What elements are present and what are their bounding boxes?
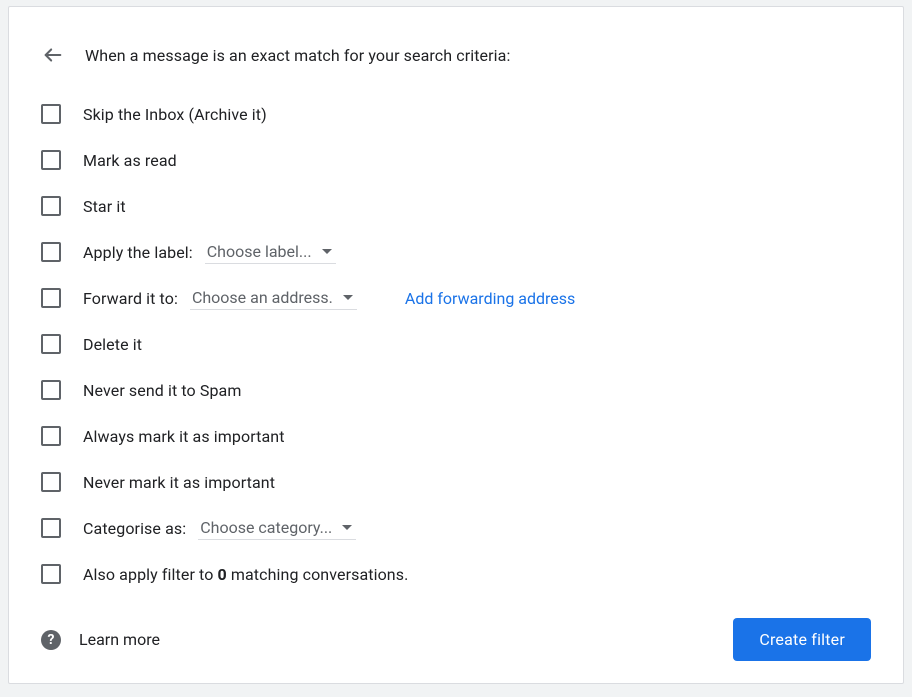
checkbox-mark-read[interactable] — [41, 150, 61, 170]
label-never-spam: Never send it to Spam — [83, 381, 241, 400]
checkbox-also-apply[interactable] — [41, 564, 61, 584]
dropdown-choose-label[interactable]: Choose label... — [205, 240, 336, 264]
also-apply-suffix: matching conversations. — [227, 565, 409, 584]
forward-group: Forward it to: Choose an address. Add fo… — [83, 286, 575, 310]
checkbox-never-spam[interactable] — [41, 380, 61, 400]
label-never-important: Never mark it as important — [83, 473, 275, 492]
label-delete-it: Delete it — [83, 335, 142, 354]
option-never-important: Never mark it as important — [41, 459, 883, 505]
checkbox-delete-it[interactable] — [41, 334, 61, 354]
caret-down-icon — [343, 295, 353, 300]
option-categorise: Categorise as: Choose category... — [41, 505, 883, 551]
checkbox-always-important[interactable] — [41, 426, 61, 446]
option-never-spam: Never send it to Spam — [41, 367, 883, 413]
caret-down-icon — [322, 249, 332, 254]
add-forwarding-address-link[interactable]: Add forwarding address — [405, 289, 575, 308]
caret-down-icon — [342, 525, 352, 530]
option-always-important: Always mark it as important — [41, 413, 883, 459]
learn-more-link[interactable]: Learn more — [79, 630, 160, 649]
label-star-it: Star it — [83, 197, 126, 216]
filter-actions-panel: When a message is an exact match for you… — [8, 6, 904, 684]
label-always-important: Always mark it as important — [83, 427, 285, 446]
header-row: When a message is an exact match for you… — [9, 7, 903, 85]
dropdown-choose-label-text: Choose label... — [207, 242, 312, 261]
header-title: When a message is an exact match for you… — [85, 46, 510, 65]
back-arrow-button[interactable] — [41, 43, 65, 67]
apply-label-group: Apply the label: Choose label... — [83, 240, 336, 264]
arrow-left-icon — [42, 44, 64, 66]
dropdown-choose-address[interactable]: Choose an address. — [190, 286, 357, 310]
option-mark-read: Mark as read — [41, 137, 883, 183]
options-list: Skip the Inbox (Archive it) Mark as read… — [9, 85, 903, 597]
option-delete-it: Delete it — [41, 321, 883, 367]
option-forward: Forward it to: Choose an address. Add fo… — [41, 275, 883, 321]
checkbox-skip-inbox[interactable] — [41, 104, 61, 124]
help-icon[interactable]: ? — [41, 630, 61, 650]
checkbox-categorise[interactable] — [41, 518, 61, 538]
label-skip-inbox: Skip the Inbox (Archive it) — [83, 105, 267, 124]
option-star-it: Star it — [41, 183, 883, 229]
create-filter-button[interactable]: Create filter — [733, 618, 871, 661]
checkbox-forward[interactable] — [41, 288, 61, 308]
also-apply-prefix: Also apply filter to — [83, 565, 218, 584]
label-mark-read: Mark as read — [83, 151, 177, 170]
dropdown-choose-category[interactable]: Choose category... — [198, 516, 356, 540]
checkbox-apply-label[interactable] — [41, 242, 61, 262]
dropdown-choose-category-text: Choose category... — [200, 518, 332, 537]
label-apply-label: Apply the label: — [83, 243, 193, 262]
also-apply-count: 0 — [218, 565, 227, 584]
categorise-group: Categorise as: Choose category... — [83, 516, 356, 540]
label-also-apply: Also apply filter to 0 matching conversa… — [83, 565, 408, 584]
checkbox-never-important[interactable] — [41, 472, 61, 492]
label-forward: Forward it to: — [83, 289, 178, 308]
label-categorise: Categorise as: — [83, 519, 186, 538]
checkbox-star-it[interactable] — [41, 196, 61, 216]
option-skip-inbox: Skip the Inbox (Archive it) — [41, 91, 883, 137]
dropdown-choose-address-text: Choose an address. — [192, 288, 333, 307]
option-also-apply: Also apply filter to 0 matching conversa… — [41, 551, 883, 597]
option-apply-label: Apply the label: Choose label... — [41, 229, 883, 275]
footer-row: ? Learn more Create filter — [9, 618, 903, 661]
